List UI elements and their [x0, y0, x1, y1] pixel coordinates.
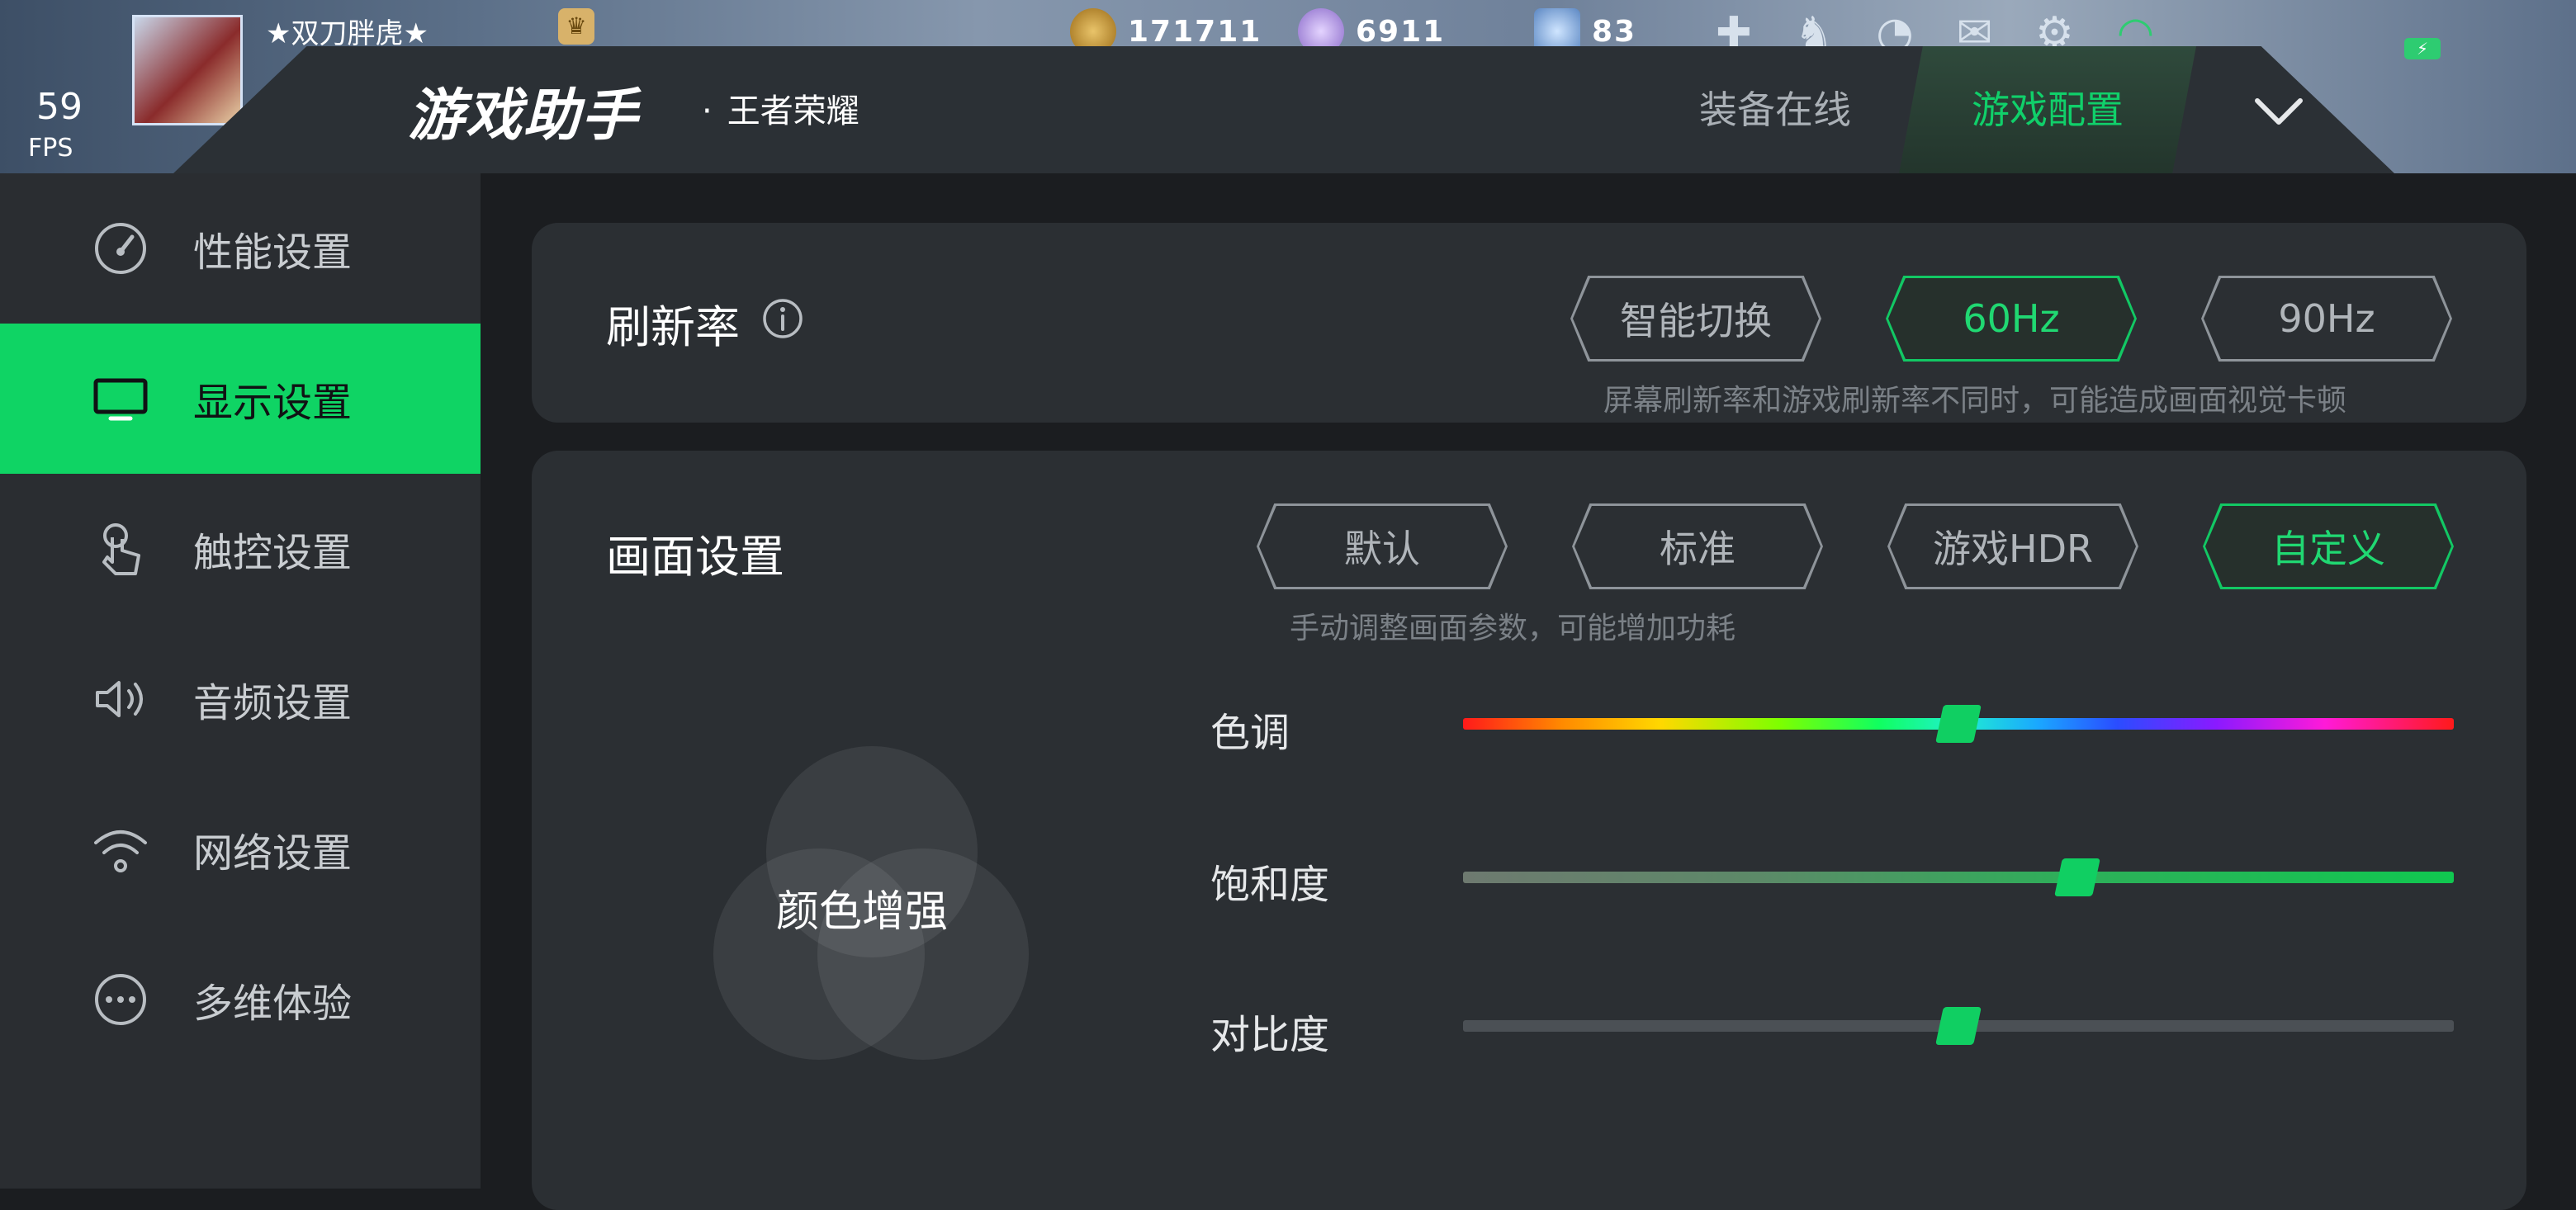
settings-sidebar: 性能设置 显示设置 触控设置 音频设置 网络设置 多维体验 [0, 173, 481, 1189]
speaker-icon [96, 681, 143, 717]
game-name: 王者荣耀 [727, 92, 859, 130]
saturation-slider-track[interactable] [1463, 872, 2454, 883]
ticket-resource: 83 [1534, 8, 1637, 54]
option-label: 默认 [1344, 527, 1420, 571]
sidebar-item-label: 音频设置 [193, 680, 353, 726]
sidebar-item-label: 网络设置 [193, 830, 353, 877]
sidebar-item-network[interactable]: 网络设置 [0, 774, 481, 924]
refresh-rate-title: 刷新率 [606, 301, 740, 353]
chevron-down-icon[interactable] [2246, 79, 2312, 145]
sidebar-item-display[interactable]: 显示设置 [0, 324, 481, 474]
sidebar-item-multidimension[interactable]: 多维体验 [0, 924, 481, 1075]
contrast-label: 对比度 [1210, 1012, 1330, 1058]
tab-equipment-online[interactable]: 装备在线 [1651, 46, 1899, 173]
option-label: 60Hz [1963, 296, 2060, 341]
speedometer-icon [95, 223, 146, 274]
saturation-slider-thumb[interactable] [2054, 858, 2100, 896]
monitor-icon [93, 378, 148, 421]
rank-badge-icon: ♛ [558, 8, 594, 45]
option-label: 标准 [1660, 527, 1735, 571]
option-label: 自定义 [2271, 527, 2385, 571]
player-avatar [132, 15, 243, 125]
tab-game-config[interactable]: 游戏配置 [1899, 46, 2196, 173]
display-option-custom[interactable]: 自定义 [2203, 503, 2454, 589]
app-logo: 游戏助手 [408, 83, 640, 149]
contrast-slider-thumb[interactable] [1935, 1007, 1982, 1045]
hue-label: 色调 [1210, 710, 1290, 756]
saturation-label: 饱和度 [1210, 862, 1330, 908]
player-name: ★双刀胖虎★ [266, 17, 429, 50]
fps-value: 59 [36, 86, 83, 128]
more-icon [95, 974, 146, 1025]
game-name-label: · 王者荣耀 [702, 84, 859, 132]
fps-unit: FPS [28, 134, 73, 163]
gem-value: 6911 [1356, 14, 1446, 49]
gem-resource: 6911 [1298, 8, 1446, 54]
sidebar-item-label: 显示设置 [193, 380, 353, 426]
display-settings-title: 画面设置 [606, 531, 784, 583]
option-label: 智能切换 [1620, 299, 1772, 343]
display-option-default[interactable]: 默认 [1257, 503, 1508, 589]
sidebar-item-label: 触控设置 [193, 530, 353, 576]
refresh-rate-hint: 屏幕刷新率和游戏刷新率不同时，可能造成画面视觉卡顿 [1603, 384, 2347, 418]
battery-icon: ⚡ [2404, 38, 2441, 59]
option-label: 90Hz [2278, 296, 2375, 341]
sidebar-item-label: 多维体验 [193, 981, 353, 1027]
option-label: 游戏HDR [1933, 527, 2093, 571]
display-option-game-hdr[interactable]: 游戏HDR [1887, 503, 2138, 589]
refresh-option-90hz[interactable]: 90Hz [2201, 276, 2452, 362]
separator-dot: · [702, 92, 713, 130]
color-enhance-label: 颜色增强 [776, 887, 949, 937]
info-icon[interactable] [761, 297, 804, 340]
sidebar-item-performance[interactable]: 性能设置 [0, 173, 481, 324]
touch-hand-icon [102, 523, 140, 575]
refresh-option-60hz[interactable]: 60Hz [1886, 276, 2137, 362]
gold-resource: 171711 [1070, 8, 1262, 54]
assistant-header: 游戏助手 · 王者荣耀 装备在线 游戏配置 [173, 46, 2394, 173]
refresh-option-smart[interactable]: 智能切换 [1570, 276, 1821, 362]
display-settings-hint: 手动调整画面参数，可能增加功耗 [1290, 612, 1736, 645]
sidebar-item-label: 性能设置 [193, 229, 353, 276]
hue-slider-thumb[interactable] [1935, 705, 1982, 743]
display-option-standard[interactable]: 标准 [1572, 503, 1823, 589]
ticket-value: 83 [1592, 14, 1637, 49]
wifi-icon [94, 830, 147, 872]
sidebar-item-touch[interactable]: 触控设置 [0, 474, 481, 624]
gold-value: 171711 [1128, 14, 1262, 49]
sidebar-item-audio[interactable]: 音频设置 [0, 624, 481, 774]
